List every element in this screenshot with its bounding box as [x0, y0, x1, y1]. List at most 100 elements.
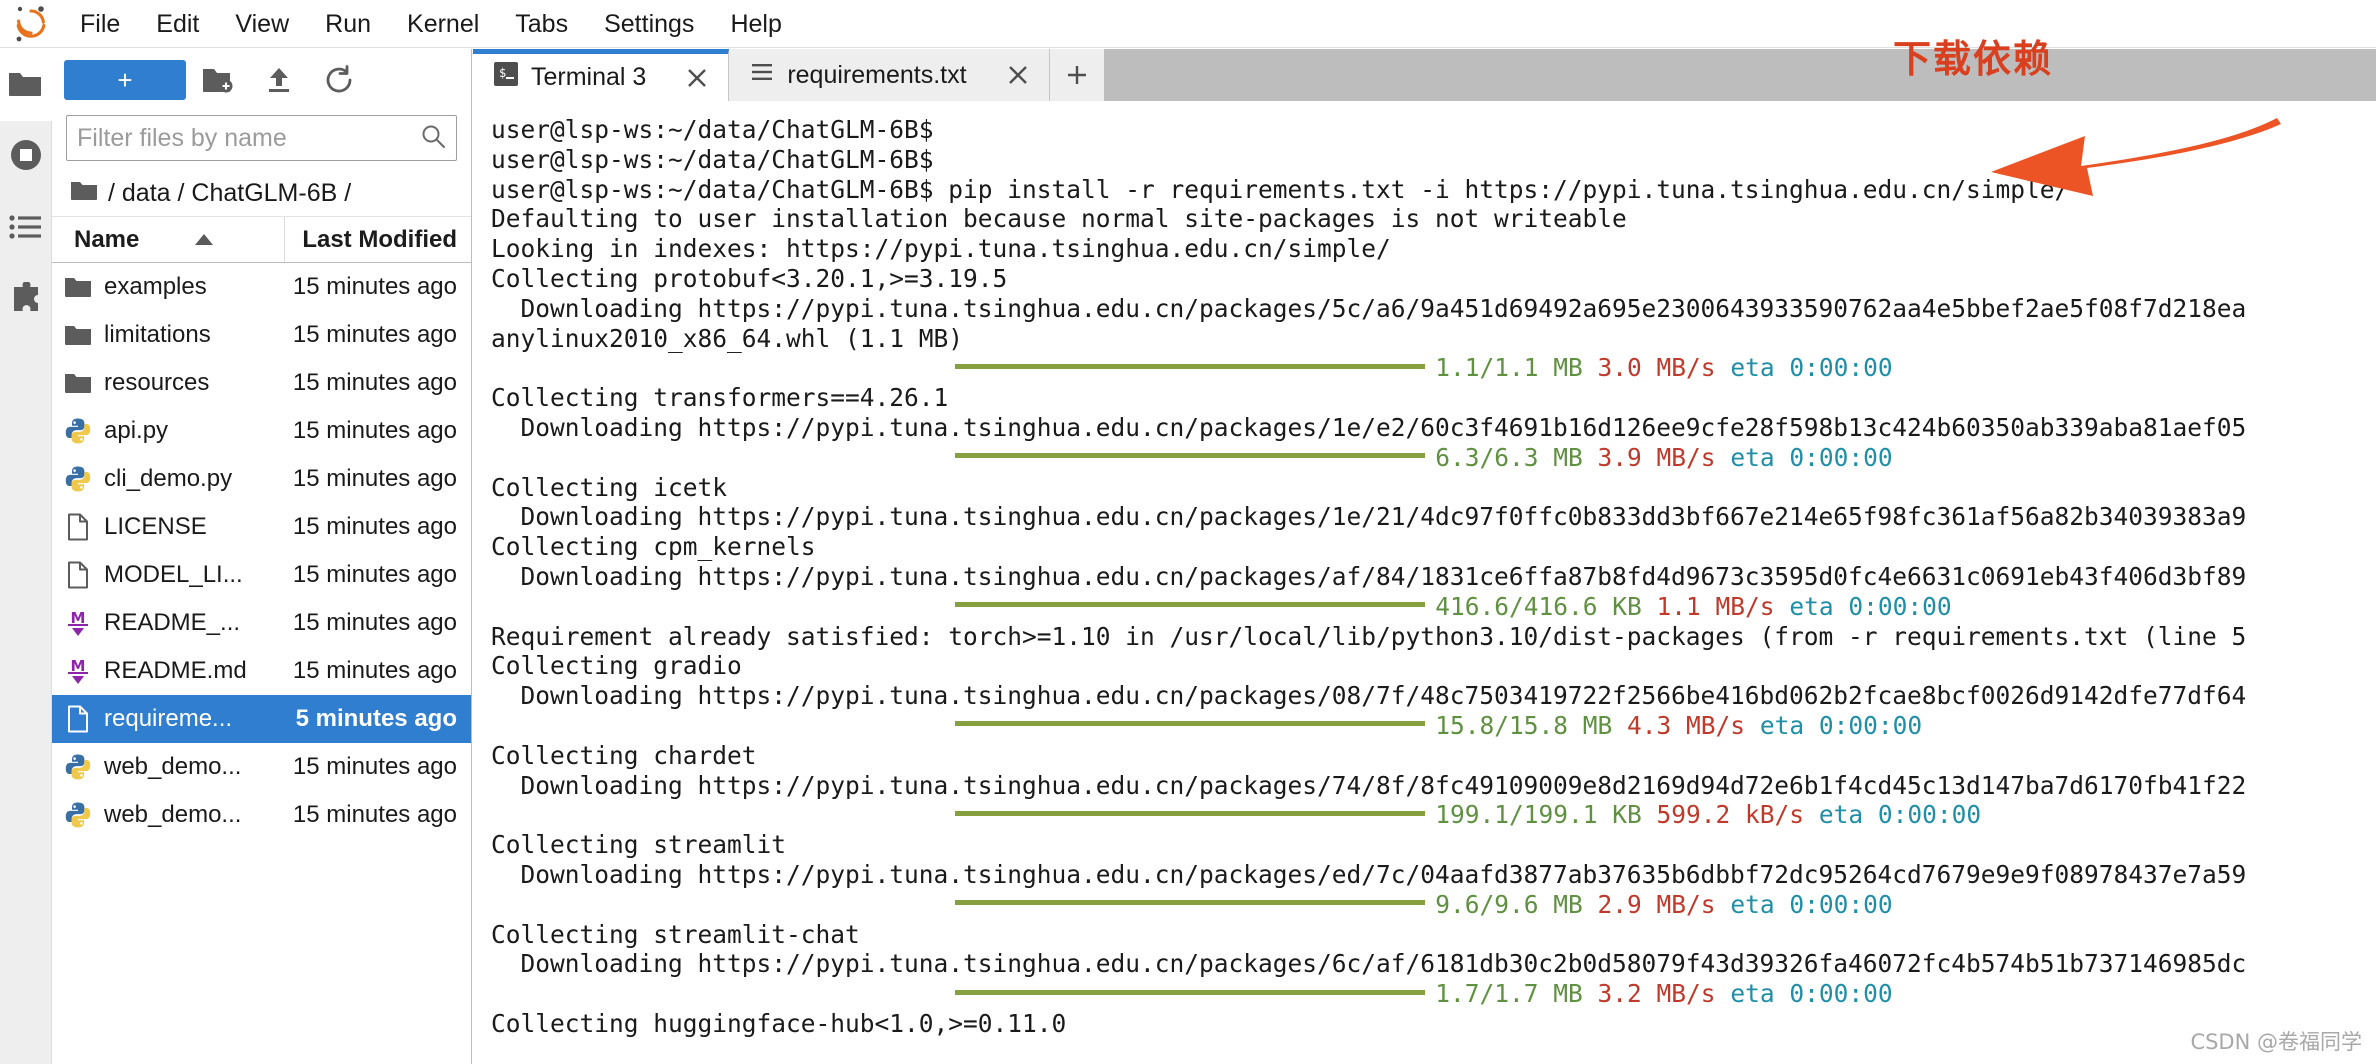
refresh-icon[interactable]: [312, 59, 366, 101]
menu-settings[interactable]: Settings: [586, 0, 712, 48]
terminal-icon: $: [493, 61, 519, 94]
list-item[interactable]: limitations 15 minutes ago: [52, 311, 471, 359]
list-item[interactable]: web_demo... 15 minutes ago: [52, 791, 471, 839]
terminal-line: Collecting icetk: [491, 472, 728, 502]
sidebar-item-running-terminals[interactable]: [0, 121, 52, 193]
progress-eta: eta 0:00:00: [1730, 353, 1893, 383]
new-folder-icon[interactable]: [192, 59, 246, 101]
menu-file[interactable]: File: [62, 0, 138, 48]
tab-bar: $ Terminal 3 requirements.txt: [473, 49, 2376, 101]
new-launcher-button[interactable]: +: [64, 60, 186, 100]
progress-speed: 3.9 MB/s: [1597, 442, 1716, 472]
menu-help[interactable]: Help: [712, 0, 799, 48]
stop-circle-icon: [8, 137, 44, 178]
progress-speed: 4.3 MB/s: [1627, 710, 1746, 740]
terminal-line: Collecting transformers==4.26.1: [491, 383, 949, 413]
file-modified: 15 minutes ago: [292, 561, 457, 588]
column-header-name[interactable]: Name: [52, 217, 285, 262]
jupyter-logo-icon: [0, 0, 62, 48]
close-icon[interactable]: [1005, 62, 1031, 88]
progress-size: 199.1/199.1 KB: [1435, 800, 1642, 830]
sidebar-item-table-of-contents[interactable]: [0, 193, 52, 265]
tab-requirements-txt[interactable]: requirements.txt: [729, 49, 1050, 101]
file-modified: 15 minutes ago: [292, 753, 457, 780]
file-modified: 15 minutes ago: [292, 273, 457, 300]
terminal-line: Collecting cpm_kernels: [491, 532, 816, 562]
sort-ascending-icon: [195, 234, 214, 245]
list-item[interactable]: requireme... 5 minutes ago: [52, 695, 471, 743]
terminal-progress-line: 416.6/416.6 KB 1.1 MB/s eta 0:00:00: [491, 592, 2376, 622]
terminal-line: Looking in indexes: https://pypi.tuna.ts…: [491, 234, 1391, 264]
list-item[interactable]: M README_... 15 minutes ago: [52, 599, 471, 647]
file-modified: 15 minutes ago: [292, 417, 457, 444]
terminal-line: Downloading https://pypi.tuna.tsinghua.e…: [491, 859, 2247, 889]
list-item[interactable]: resources 15 minutes ago: [52, 359, 471, 407]
terminal-line: Downloading https://pypi.tuna.tsinghua.e…: [491, 561, 2247, 591]
terminal-line: Collecting streamlit-chat: [491, 919, 860, 949]
markdown-file-icon: M: [52, 657, 104, 685]
progress-eta: eta 0:00:00: [1759, 710, 1923, 740]
list-item[interactable]: MODEL_LI... 15 minutes ago: [52, 551, 471, 599]
progress-bar: [955, 810, 1426, 816]
terminal-line: Downloading https://pypi.tuna.tsinghua.e…: [491, 770, 2247, 800]
menu-view[interactable]: View: [217, 0, 307, 48]
file-name: README_...: [104, 609, 241, 636]
tab-terminal-3[interactable]: $ Terminal 3: [473, 49, 730, 101]
list-item[interactable]: api.py 15 minutes ago: [52, 407, 471, 455]
svg-text:$: $: [499, 66, 506, 80]
file-modified: 15 minutes ago: [292, 801, 457, 828]
list-icon: [8, 213, 43, 246]
file-name: web_demo...: [104, 801, 242, 828]
file-modified: 15 minutes ago: [292, 513, 457, 540]
sidebar-item-file-browser[interactable]: [0, 49, 52, 121]
file-modified: 15 minutes ago: [292, 465, 457, 492]
file-name: README.md: [104, 657, 247, 684]
sidebar-item-extension-manager[interactable]: [0, 265, 52, 337]
folder-icon: [8, 69, 42, 102]
menu-kernel[interactable]: Kernel: [389, 0, 497, 48]
list-item[interactable]: LICENSE 15 minutes ago: [52, 503, 471, 551]
progress-bar: [955, 453, 1426, 459]
progress-eta: eta 0:00:00: [1730, 979, 1893, 1009]
add-tab-button[interactable]: [1049, 49, 1104, 101]
terminal-progress-line: 15.8/15.8 MB 4.3 MB/s eta 0:00:00: [491, 711, 2376, 741]
progress-size: 15.8/15.8 MB: [1435, 710, 1613, 740]
terminal-progress-line: 1.1/1.1 MB 3.0 MB/s eta 0:00:00: [491, 353, 2376, 383]
terminal-line: Collecting huggingface-hub<1.0,>=0.11.0: [491, 1008, 1067, 1038]
terminal-line: Collecting protobuf<3.20.1,>=3.19.5: [491, 263, 1008, 293]
puzzle-icon: [9, 280, 43, 321]
list-item[interactable]: cli_demo.py 15 minutes ago: [52, 455, 471, 503]
breadcrumb[interactable]: / data / ChatGLM-6B /: [52, 171, 471, 217]
progress-bar: [955, 363, 1426, 369]
progress-bar: [955, 721, 1426, 727]
folder-file-icon: [52, 372, 104, 394]
upload-icon[interactable]: [252, 59, 306, 101]
menu-edit[interactable]: Edit: [138, 0, 217, 48]
progress-eta: eta 0:00:00: [1730, 442, 1893, 472]
file-browser-toolbar: +: [52, 49, 471, 111]
terminal-line: Downloading https://pypi.tuna.tsinghua.e…: [491, 412, 2247, 442]
list-item[interactable]: examples 15 minutes ago: [52, 263, 471, 311]
terminal-line: Requirement already satisfied: torch>=1.…: [491, 621, 2247, 651]
search-input[interactable]: [77, 123, 420, 153]
terminal-progress-line: 1.7/1.7 MB 3.2 MB/s eta 0:00:00: [491, 979, 2376, 1009]
terminal-line: Downloading https://pypi.tuna.tsinghua.e…: [491, 949, 2247, 979]
activity-bar: [0, 49, 52, 1064]
progress-bar: [955, 900, 1426, 906]
close-icon[interactable]: [684, 65, 710, 91]
menu-tabs[interactable]: Tabs: [497, 0, 586, 48]
filter-files-field[interactable]: [66, 115, 457, 161]
progress-size: 9.6/9.6 MB: [1435, 889, 1583, 919]
file-modified: 15 minutes ago: [292, 321, 457, 348]
file-name: examples: [104, 273, 207, 300]
progress-speed: 3.2 MB/s: [1597, 979, 1716, 1009]
file-name: resources: [104, 369, 210, 396]
list-item[interactable]: web_demo... 15 minutes ago: [52, 743, 471, 791]
list-item[interactable]: M README.md 15 minutes ago: [52, 647, 471, 695]
progress-bar: [955, 602, 1426, 608]
column-header-last-modified[interactable]: Last Modified: [285, 217, 471, 262]
file-name: web_demo...: [104, 753, 242, 780]
terminal-output[interactable]: user@lsp-ws:~/data/ChatGLM-6B$ user@lsp-w…: [473, 101, 2376, 1064]
menu-run[interactable]: Run: [307, 0, 389, 48]
jupyterlab-window: File Edit View Run Kernel Tabs Settings …: [0, 0, 2376, 1064]
